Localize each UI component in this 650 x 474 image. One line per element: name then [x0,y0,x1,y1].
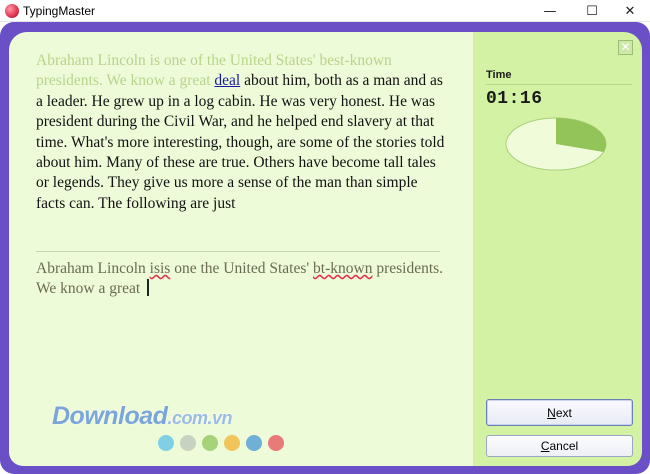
next-button[interactable]: Next [486,399,633,426]
time-separator [486,84,632,85]
next-button-label: ext [555,405,572,420]
typed-text-segment: one the United States' [170,260,314,277]
close-button[interactable]: ✕ [610,0,650,22]
typing-input-area[interactable]: Abraham Lincoln isis one the United Stat… [36,259,446,300]
cancel-button-accel: C [540,439,550,453]
source-remaining-text: about him, both as a man and as a leader… [36,72,445,212]
text-caret [147,279,149,297]
minimize-button[interactable]: — [530,0,570,22]
time-progress-pie [505,117,607,171]
watermark-logo: Download.com.vn [52,402,232,431]
time-label: Time [486,69,512,81]
app-logo-icon [5,4,19,18]
watermark-main: Download [52,402,168,430]
watermark-suffix: .com.vn [167,408,232,428]
watermark-dot [202,435,218,451]
cancel-button[interactable]: Cancel [486,435,633,457]
title-bar: TypingMaster — ☐ ✕ [0,0,650,22]
typing-error-word: bt-known [313,260,373,277]
watermark-dot [224,435,240,451]
next-button-accel: N [547,405,556,420]
source-text: Abraham Lincoln is one of the United Sta… [36,51,446,214]
divider [36,251,440,252]
typed-text-segment: Abraham Lincoln [36,260,150,277]
window-title: TypingMaster [23,4,96,18]
watermark-dot [180,435,196,451]
time-value: 01:16 [486,89,543,109]
maximize-button[interactable]: ☐ [572,0,612,22]
source-current-word: deal [214,72,241,90]
watermark-dot [158,435,174,451]
typing-error-word: isis [149,260,171,277]
watermark-dot [268,435,284,451]
cancel-button-label: ancel [549,439,579,453]
panel-close-icon[interactable]: ✕ [618,40,633,55]
watermark-dots [158,435,284,451]
watermark-dot [246,435,262,451]
